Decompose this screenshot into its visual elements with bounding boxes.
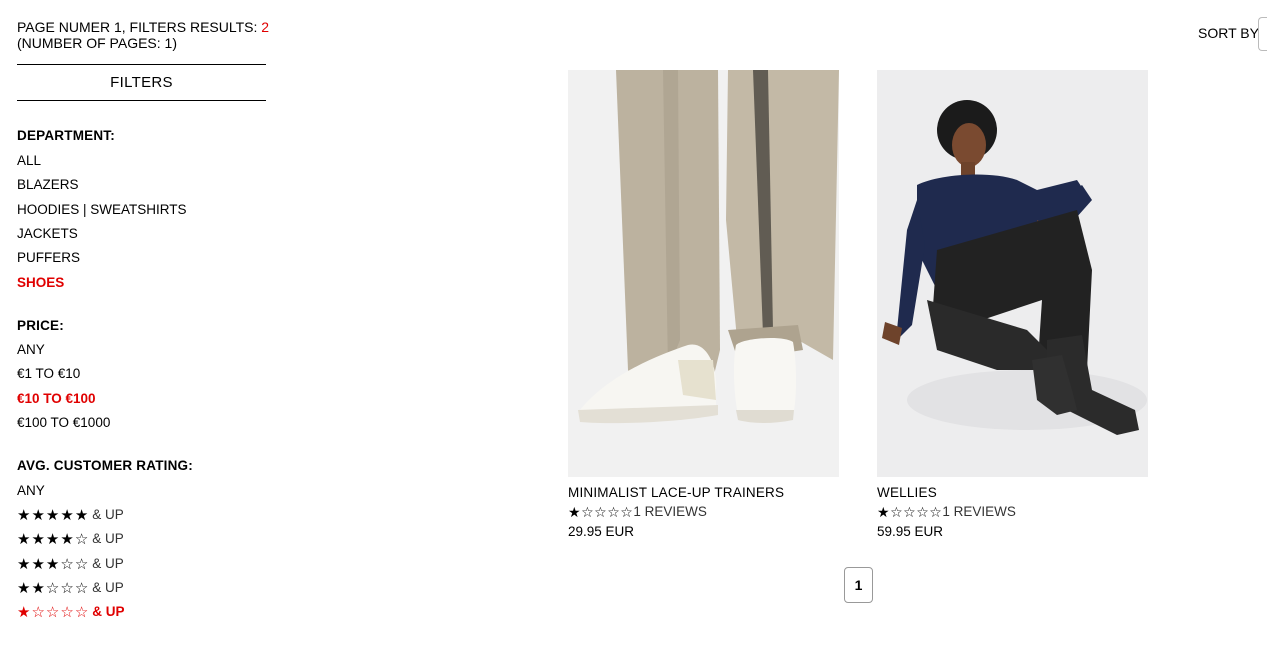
rating-4-up[interactable]: ★★★★☆ & UP [17,531,124,547]
product-price: 59.95 EUR [877,524,944,539]
department-all[interactable]: ALL [17,153,41,169]
product-name[interactable]: WELLIES [877,485,1148,501]
rating-any[interactable]: ANY [17,483,45,499]
department-puffers[interactable]: PUFFERS [17,250,80,266]
and-up-label: & UP [92,531,124,546]
product-image[interactable] [877,70,1148,477]
and-up-label: & UP [92,556,124,571]
product-price: 29.95 EUR [568,524,635,539]
review-count[interactable]: 1 REVIEWS [942,504,1016,519]
price-10-100[interactable]: €10 TO €100 [17,391,96,407]
product-rating: ★☆☆☆☆1 REVIEWS [877,504,1148,521]
trainers-photo [568,70,839,477]
product-image[interactable] [568,70,839,477]
price-100-1000[interactable]: €100 TO €1000 [17,415,110,431]
star-rating-icon: ★★☆☆☆ [17,579,90,597]
department-shoes[interactable]: SHOES [17,275,64,291]
price-1-10[interactable]: €1 TO €10 [17,366,80,382]
department-jackets[interactable]: JACKETS [17,226,78,242]
sort-label: SORT BY [1198,25,1259,41]
star-rating-icon: ★☆☆☆☆ [568,505,634,521]
and-up-label: & UP [92,580,124,595]
product-name[interactable]: MINIMALIST LACE-UP TRAINERS [568,485,839,501]
price-any[interactable]: ANY [17,342,45,358]
department-blazers[interactable]: BLAZERS [17,177,79,193]
price-title: PRICE: [17,318,64,333]
star-rating-icon: ★☆☆☆☆ [17,603,90,621]
rating-3-up[interactable]: ★★★☆☆ & UP [17,556,124,572]
star-rating-icon: ★★★★★ [17,506,90,524]
department-hoodies-sweatshirts[interactable]: HOODIES | SWEATSHIRTS [17,202,187,218]
product-card[interactable]: WELLIES ★☆☆☆☆1 REVIEWS 59.95 EUR [877,70,1148,540]
product-rating: ★☆☆☆☆1 REVIEWS [568,504,839,521]
results-prefix: PAGE NUMER 1, FILTERS RESULTS: [17,19,262,35]
pages-count: (NUMBER OF PAGES: 1) [17,35,177,51]
results-summary: PAGE NUMER 1, FILTERS RESULTS: 2 (NUMBER… [17,19,269,51]
and-up-label: & UP [92,604,125,619]
rating-1-up[interactable]: ★☆☆☆☆ & UP [17,604,125,620]
filters-heading[interactable]: FILTERS [17,64,266,101]
department-title: DEPARTMENT: [17,128,115,143]
rating-title: AVG. CUSTOMER RATING: [17,458,193,473]
product-card[interactable]: MINIMALIST LACE-UP TRAINERS ★☆☆☆☆1 REVIE… [568,70,839,540]
and-up-label: & UP [92,507,124,522]
sort-select[interactable] [1258,17,1267,51]
star-rating-icon: ★★★☆☆ [17,555,90,573]
rating-2-up[interactable]: ★★☆☆☆ & UP [17,580,124,596]
star-rating-icon: ★★★★☆ [17,530,90,548]
wellies-photo [877,70,1148,477]
review-count[interactable]: 1 REVIEWS [633,504,707,519]
pagination-page-button[interactable]: 1 [844,567,873,603]
rating-5-up[interactable]: ★★★★★ & UP [17,507,124,523]
star-rating-icon: ★☆☆☆☆ [877,505,943,521]
results-count: 2 [261,19,270,35]
